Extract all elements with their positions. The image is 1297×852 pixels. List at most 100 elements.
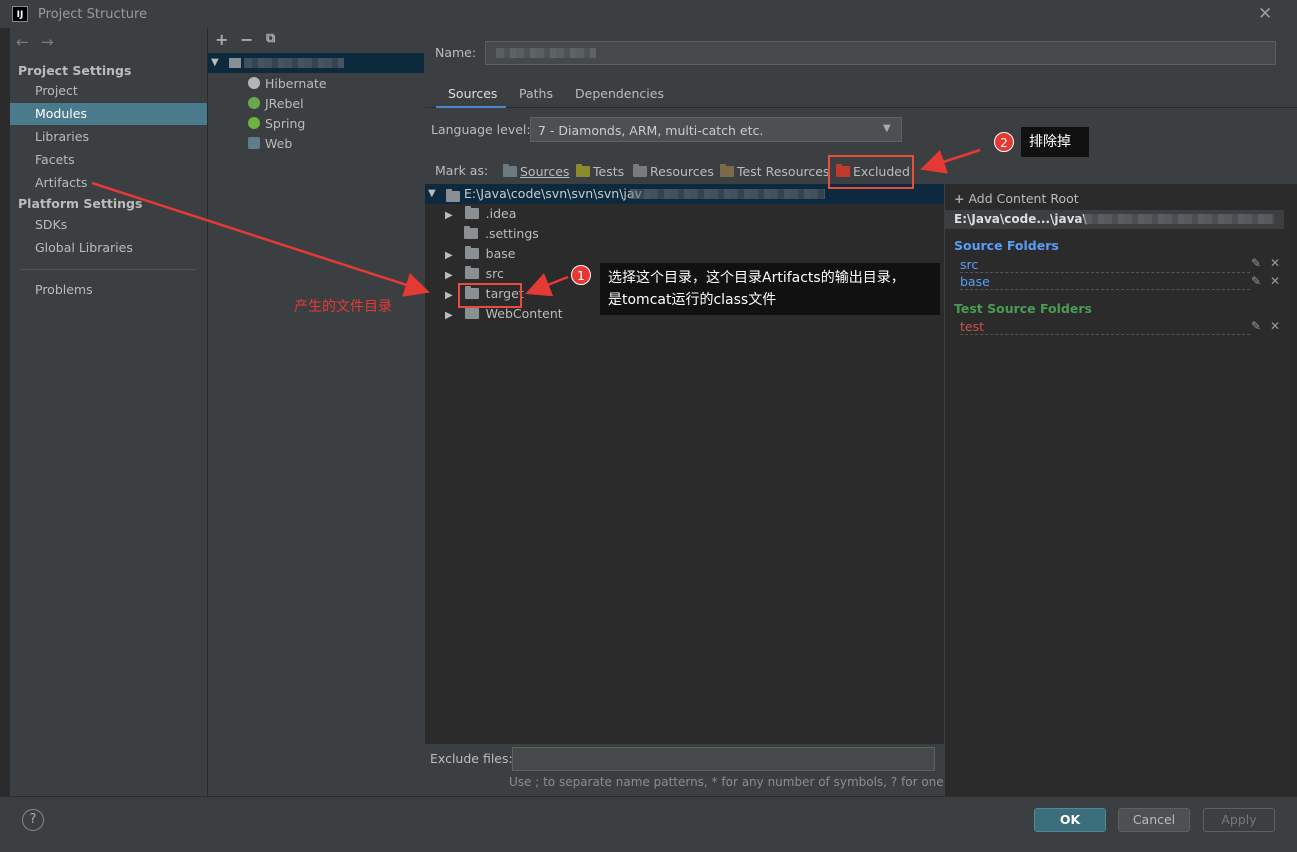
intellij-logo-icon: IJ [12, 6, 28, 22]
spring-leaf-icon [248, 117, 260, 129]
dropdown-arrow-icon: ▼ [883, 123, 891, 134]
annotation-callout-2: 排除掉 [1021, 127, 1089, 157]
close-icon[interactable]: ✕ [1258, 4, 1272, 24]
mark-as-sources[interactable]: Sources [503, 164, 569, 179]
background-editor-strip [0, 28, 10, 796]
folder-icon [464, 306, 479, 319]
nav-item-libraries[interactable]: Libraries [10, 126, 207, 148]
language-level-value: 7 - Diamonds, ARM, multi-catch etc. [538, 123, 764, 138]
tests-folder-icon [576, 164, 590, 177]
project-settings-header: Project Settings [18, 63, 132, 78]
plus-icon: + [954, 191, 965, 206]
back-arrow-icon[interactable]: ← [16, 33, 29, 51]
exclude-files-hint: Use ; to separate name patterns, * for a… [509, 775, 948, 789]
tree-item-src[interactable]: ▶ src [445, 264, 504, 284]
name-field[interactable] [485, 41, 1276, 65]
facet-jrebel[interactable]: JRebel [248, 96, 304, 111]
expand-triangle-icon[interactable]: ▶ [445, 210, 453, 221]
test-source-folder-row[interactable]: test [960, 319, 1250, 335]
source-folder-row[interactable]: base [960, 274, 1250, 290]
nav-item-facets[interactable]: Facets [10, 149, 207, 171]
nav-separator [20, 269, 197, 270]
ok-button[interactable]: OK [1034, 808, 1106, 832]
source-folders-header: Source Folders [954, 238, 1059, 253]
tree-item-base[interactable]: ▶ base [445, 244, 515, 264]
tab-dependencies[interactable]: Dependencies [575, 86, 664, 101]
remove-x-icon[interactable]: ✕ [1270, 319, 1280, 333]
remove-x-icon[interactable]: ✕ [1270, 274, 1280, 288]
folder-icon [464, 206, 479, 219]
annotation-red-label: 产生的文件目录 [294, 299, 392, 315]
tabs-divider [425, 107, 1297, 108]
sources-folder-icon [503, 164, 517, 177]
copy-module-button[interactable]: ⧉ [266, 31, 275, 46]
nav-item-global-libraries[interactable]: Global Libraries [10, 237, 207, 259]
expand-triangle-icon[interactable]: ▶ [445, 290, 453, 301]
expand-triangle-icon[interactable]: ▼ [211, 57, 219, 68]
folder-icon [464, 266, 479, 279]
module-folder-icon [229, 58, 241, 68]
tree-item-idea[interactable]: ▶ .idea [445, 204, 516, 224]
mark-as-resources[interactable]: Resources [633, 164, 714, 179]
nav-item-project[interactable]: Project [10, 80, 207, 102]
add-content-root-button[interactable]: + Add Content Root [954, 191, 1079, 206]
settings-nav: ← → Project Settings Project Modules Lib… [10, 28, 207, 796]
name-value-redacted [496, 48, 596, 58]
expand-triangle-icon[interactable]: ▶ [445, 310, 453, 321]
cancel-button[interactable]: Cancel [1118, 808, 1190, 832]
tab-sources[interactable]: Sources [448, 86, 497, 101]
target-highlight-box [458, 283, 522, 308]
module-row-selected[interactable]: ▼ [208, 53, 424, 73]
expand-triangle-icon[interactable]: ▶ [445, 250, 453, 261]
facet-web[interactable]: Web [248, 136, 292, 151]
mark-as-test-resources[interactable]: Test Resources [720, 164, 829, 179]
nav-item-modules[interactable]: Modules [10, 103, 207, 125]
remove-module-button[interactable]: − [240, 30, 253, 49]
tree-root-path: E:\Java\code\svn\svn\svn\jav [464, 186, 642, 201]
facet-hibernate[interactable]: Hibernate [248, 76, 327, 91]
platform-settings-header: Platform Settings [18, 196, 143, 211]
exclude-files-input[interactable] [512, 747, 935, 771]
excluded-highlight-box [828, 155, 914, 189]
edit-pencil-icon[interactable]: ✎ [1251, 319, 1261, 333]
exclude-files-label: Exclude files: [430, 751, 513, 766]
source-folder-row[interactable]: src [960, 257, 1250, 273]
content-root-path: E:\Java\code...\java\ [954, 212, 1087, 226]
content-root-path-redacted [1084, 214, 1274, 224]
module-name-redacted [244, 58, 344, 68]
hibernate-icon [248, 77, 260, 89]
remove-x-icon[interactable]: ✕ [1270, 256, 1280, 270]
web-icon [248, 137, 260, 149]
tree-root-path-redacted [630, 189, 825, 199]
tree-item-settings[interactable]: .settings [464, 224, 539, 244]
expand-triangle-icon[interactable]: ▶ [445, 270, 453, 281]
expand-triangle-icon[interactable]: ▼ [428, 188, 436, 199]
help-button[interactable]: ? [22, 809, 44, 831]
add-module-button[interactable]: + [215, 30, 228, 49]
active-tab-indicator [436, 106, 506, 108]
title-bar [0, 0, 1297, 29]
folder-icon [446, 189, 460, 202]
apply-button[interactable]: Apply [1203, 808, 1275, 832]
tab-paths[interactable]: Paths [519, 86, 553, 101]
test-source-folders-header: Test Source Folders [954, 301, 1092, 316]
test-resources-folder-icon [720, 164, 734, 177]
mark-as-tests[interactable]: Tests [576, 164, 624, 179]
annotation-badge-2: 2 [994, 132, 1014, 152]
jrebel-icon [248, 97, 260, 109]
nav-item-sdks[interactable]: SDKs [10, 214, 207, 236]
folder-icon [464, 226, 478, 239]
nav-item-artifacts[interactable]: Artifacts [10, 172, 207, 194]
nav-item-problems[interactable]: Problems [10, 279, 207, 301]
folder-icon [464, 246, 479, 259]
annotation-badge-1: 1 [571, 265, 591, 285]
annotation-callout-1: 选择这个目录，这个目录Artifacts的输出目录， 是tomcat运行的cla… [600, 263, 940, 315]
language-level-select[interactable]: 7 - Diamonds, ARM, multi-catch etc. ▼ [530, 117, 902, 142]
resources-folder-icon [633, 164, 647, 177]
forward-arrow-icon[interactable]: → [41, 33, 54, 51]
edit-pencil-icon[interactable]: ✎ [1251, 274, 1261, 288]
facet-spring[interactable]: Spring [248, 116, 305, 131]
content-root-header[interactable]: E:\Java\code...\java\ [944, 210, 1284, 229]
edit-pencil-icon[interactable]: ✎ [1251, 256, 1261, 270]
modules-panel: + − ⧉ [207, 28, 427, 796]
